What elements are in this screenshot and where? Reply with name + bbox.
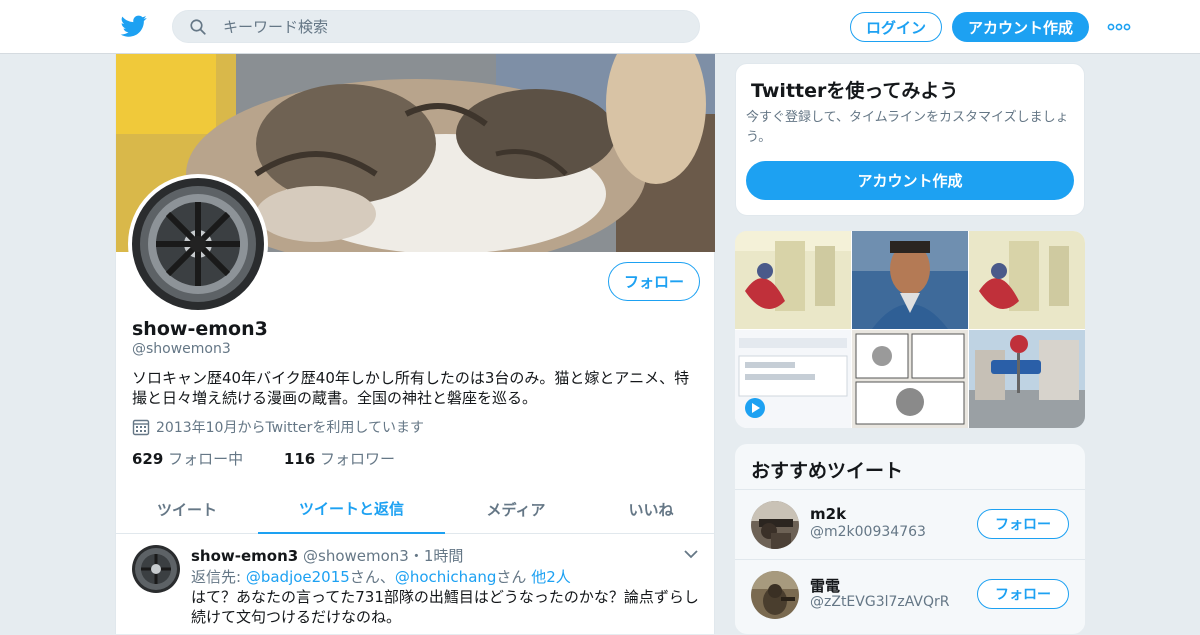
reply-honorific: さん、	[349, 568, 395, 586]
avatar[interactable]	[751, 501, 799, 549]
recommended-tweets-card: おすすめツイート m2k @m2k00934763 フォロー 雷電 @zZtEV…	[735, 444, 1085, 634]
recommended-user[interactable]: 雷電 @zZtEVG3l7zAVQrR フォロー	[735, 559, 1085, 629]
media-thumbnail[interactable]	[852, 231, 968, 329]
followers-count: 116	[283, 450, 316, 468]
recommended-user-handle[interactable]: @zZtEVG3l7zAVQrR	[810, 594, 950, 610]
media-thumbnail[interactable]	[969, 231, 1085, 329]
tweet-author-handle[interactable]: @showemon3	[303, 547, 409, 565]
profile-bio: ソロキャン歴40年バイク歴40年しかし所有したのは3台のみ。猫と嫁とアニメ、特撮…	[132, 369, 690, 407]
profile-handle[interactable]: @showemon3	[132, 341, 231, 357]
tweet-timestamp[interactable]: 1時間	[424, 547, 464, 565]
tab-media[interactable]: メディア	[445, 484, 587, 534]
promo-title: Twitterを使ってみよう	[751, 80, 959, 102]
top-navigation-bar: ログイン アカウント作成	[0, 0, 1200, 54]
tweet-author-name[interactable]: show-emon3	[191, 547, 298, 565]
reply-user-link[interactable]: @hochichang	[395, 568, 497, 586]
follow-button[interactable]: フォロー	[977, 509, 1069, 539]
reply-prefix: 返信先:	[191, 568, 246, 586]
follow-button[interactable]: フォロー	[977, 579, 1069, 609]
followers-label: フォロワー	[319, 450, 395, 468]
tweet-header: show-emon3 @showemon3・1時間	[191, 545, 463, 566]
promo-text: 今すぐ登録して、タイムラインをカスタマイズしましょう。	[746, 110, 1069, 145]
signup-promo-card: Twitterを使ってみよう 今すぐ登録して、タイムラインをカスタマイズしましょ…	[735, 63, 1085, 216]
media-thumbnail[interactable]	[852, 330, 968, 428]
recommended-user-name[interactable]: m2k	[810, 505, 846, 523]
tab-likes[interactable]: いいね	[587, 484, 715, 534]
reply-others-link[interactable]: 他2人	[531, 568, 571, 586]
recommended-title: おすすめツイート	[751, 460, 904, 482]
media-thumbnail[interactable]	[969, 330, 1085, 428]
media-thumbnail[interactable]	[735, 231, 851, 329]
recommended-user-name[interactable]: 雷電	[810, 575, 840, 596]
profile-stats: 629 フォロー中 116 フォロワー	[132, 448, 431, 469]
twitter-bird-logo-icon[interactable]	[120, 13, 148, 39]
tab-tweets-and-replies[interactable]: ツイートと返信	[258, 484, 445, 534]
joined-date: 2013年10月からTwitterを利用しています	[132, 417, 424, 437]
search-input[interactable]	[223, 15, 683, 39]
chevron-down-icon[interactable]	[684, 549, 698, 559]
media-thumbnail-grid	[735, 231, 1085, 428]
more-options-icon[interactable]	[1107, 20, 1131, 34]
tweet-separator: ・	[408, 547, 424, 565]
tweet-item[interactable]: show-emon3 @showemon3・1時間 返信先: @badjoe20…	[116, 535, 715, 635]
recommended-user-handle[interactable]: @m2k00934763	[810, 524, 926, 540]
profile-tabs: ツイート ツイートと返信 メディア いいね	[116, 484, 715, 534]
reply-context: 返信先: @badjoe2015さん、@hochichangさん 他2人	[191, 566, 571, 587]
following-stat[interactable]: 629 フォロー中	[132, 450, 261, 468]
signup-button[interactable]: アカウント作成	[952, 12, 1089, 42]
follow-button[interactable]: フォロー	[608, 262, 700, 301]
calendar-icon	[132, 419, 150, 436]
login-button[interactable]: ログイン	[850, 12, 942, 42]
profile-column: フォロー show-emon3 @showemon3 ソロキャン歴40年バイク歴…	[115, 54, 715, 634]
search-bar	[172, 10, 700, 43]
tab-tweets[interactable]: ツイート	[116, 484, 258, 534]
following-count: 629	[132, 450, 164, 468]
avatar[interactable]	[751, 571, 799, 619]
reply-honorific: さん	[496, 568, 532, 586]
reply-user-link[interactable]: @badjoe2015	[246, 568, 350, 586]
joined-text: 2013年10月からTwitterを利用しています	[156, 420, 424, 436]
tweet-text: はて？あなたの言ってた731部隊の出鱈目はどうなったのかな？論点ずらし続けて文句…	[191, 588, 699, 626]
followers-stat[interactable]: 116 フォロワー	[284, 450, 413, 468]
tweet-avatar[interactable]	[132, 545, 180, 593]
recommended-user[interactable]: m2k @m2k00934763 フォロー	[735, 489, 1085, 559]
media-thumbnail[interactable]	[735, 330, 851, 428]
search-icon	[190, 19, 206, 35]
profile-avatar[interactable]	[128, 174, 268, 314]
following-label: フォロー中	[168, 450, 244, 468]
promo-signup-button[interactable]: アカウント作成	[746, 161, 1074, 200]
profile-name: show-emon3	[132, 318, 268, 340]
